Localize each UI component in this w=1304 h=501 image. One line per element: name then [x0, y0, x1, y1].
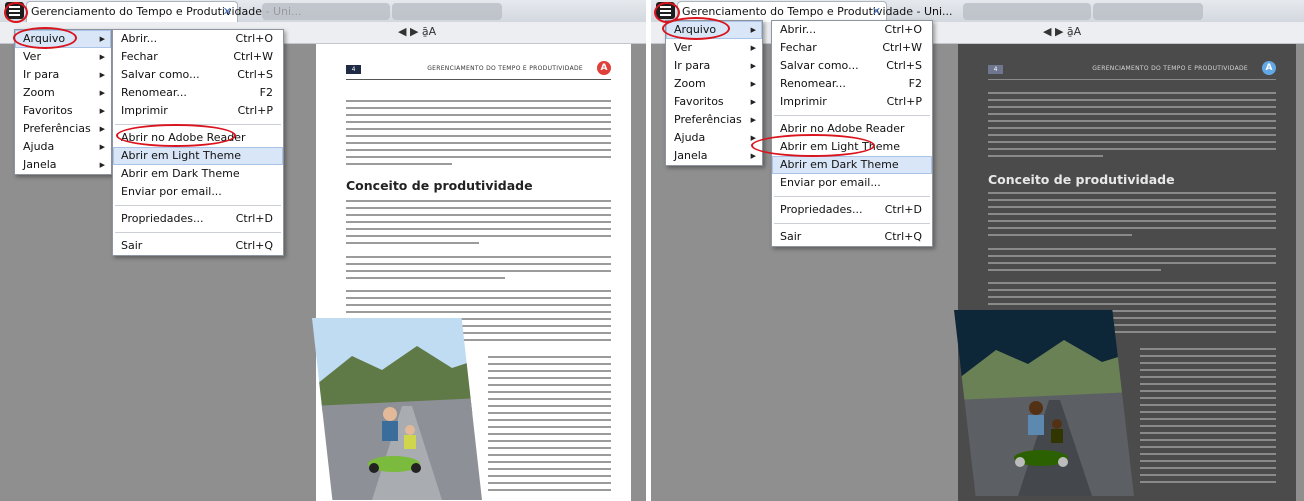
submenu-arrow-icon: ▶: [99, 71, 105, 79]
menu-item-enviar-email[interactable]: Enviar por email...: [113, 183, 283, 201]
menu-item-ver[interactable]: Ver ▶: [15, 48, 111, 66]
nav-controls[interactable]: ◀ ▶ ā̱A: [398, 25, 436, 38]
menu-item-imprimir[interactable]: Imprimir Ctrl+P: [772, 93, 932, 111]
paragraph-text: [346, 100, 611, 170]
menu-separator: [774, 115, 930, 116]
submenu-arrow-icon: ▶: [750, 26, 756, 34]
annotation-circle: [662, 17, 730, 40]
paragraph-text: [988, 192, 1276, 241]
menu-separator: [115, 205, 281, 206]
menu-item-ir-para[interactable]: Ir para ▶: [666, 57, 762, 75]
paragraph-text: [488, 356, 611, 496]
submenu-arrow-icon: ▶: [99, 125, 105, 133]
publisher-logo-icon: A: [597, 61, 611, 75]
submenu-arrow-icon: ▶: [99, 143, 105, 151]
main-menu: Arquivo ▶ Ver ▶ Ir para ▶ Zoom ▶ Favoritos ▶ …: [14, 29, 112, 175]
people-on-scooter-photo: [312, 318, 482, 500]
menu-item-salvar-como[interactable]: Salvar como... Ctrl+S: [772, 57, 932, 75]
dark-theme-panel: Gerenciamento do Tempo e Produtividade -…: [651, 0, 1304, 501]
paragraph-text: [1140, 348, 1276, 488]
page-number: 4: [346, 65, 361, 74]
menu-item-propriedades[interactable]: Propriedades... Ctrl+D: [113, 210, 283, 228]
document-tab[interactable]: Gerenciamento do Tempo e Produtividade -…: [26, 1, 302, 22]
annotation-circle: [116, 124, 236, 147]
submenu-arrow-icon: ▶: [750, 116, 756, 124]
close-tab-icon[interactable]: ✕: [223, 2, 232, 22]
background-tab[interactable]: [392, 3, 502, 20]
submenu-arrow-icon: ▶: [99, 53, 105, 61]
section-heading: Conceito de produtividade: [988, 172, 1175, 187]
menu-item-fechar[interactable]: Fechar Ctrl+W: [113, 48, 283, 66]
tab-title: Gerenciamento do Tempo e Produtividade -…: [31, 5, 302, 18]
menu-separator: [774, 196, 930, 197]
close-tab-icon[interactable]: ✕: [872, 2, 881, 22]
annotation-circle: [751, 134, 875, 157]
light-theme-panel: Gerenciamento do Tempo e Produtividade -…: [0, 0, 646, 501]
page-number: 4: [988, 65, 1003, 74]
submenu-arrow-icon: ▶: [99, 107, 105, 115]
menu-item-ver[interactable]: Ver ▶: [666, 39, 762, 57]
submenu-arrow-icon: ▶: [99, 89, 105, 97]
menu-item-abrir-dark-theme[interactable]: Abrir em Dark Theme: [772, 156, 932, 174]
submenu-arrow-icon: ▶: [750, 98, 756, 106]
menu-item-abrir-dark-theme[interactable]: Abrir em Dark Theme: [113, 165, 283, 183]
menu-item-ir-para[interactable]: Ir para ▶: [15, 66, 111, 84]
background-tab[interactable]: [262, 3, 390, 20]
main-menu: Arquivo ▶ Ver ▶ Ir para ▶ Zoom ▶ Favoritos ▶ …: [665, 20, 763, 166]
paragraph-text: [988, 92, 1276, 162]
submenu-arrow-icon: ▶: [99, 35, 105, 43]
section-heading: Conceito de produtividade: [346, 178, 533, 193]
photo-illustration: [954, 310, 1134, 496]
menu-item-renomear[interactable]: Renomear... F2: [113, 84, 283, 102]
submenu-arrow-icon: ▶: [750, 80, 756, 88]
document-page: 4 GERENCIAMENTO DO TEMPO E PRODUTIVIDADE…: [312, 44, 631, 501]
page-header: 4 GERENCIAMENTO DO TEMPO E PRODUTIVIDADE…: [346, 61, 611, 80]
submenu-arrow-icon: ▶: [99, 161, 105, 169]
menu-item-imprimir[interactable]: Imprimir Ctrl+P: [113, 102, 283, 120]
menu-item-renomear[interactable]: Renomear... F2: [772, 75, 932, 93]
submenu-arrow-icon: ▶: [750, 44, 756, 52]
menu-item-janela[interactable]: Janela ▶: [15, 156, 111, 174]
document-page: 4 GERENCIAMENTO DO TEMPO E PRODUTIVIDADE…: [954, 44, 1296, 501]
nav-controls[interactable]: ◀ ▶ ā̱A: [1043, 25, 1081, 38]
page-header-title: GERENCIAMENTO DO TEMPO E PRODUTIVIDADE: [1092, 65, 1248, 72]
tab-title: Gerenciamento do Tempo e Produtividade -…: [682, 5, 953, 18]
menu-item-favoritos[interactable]: Favoritos ▶: [15, 102, 111, 120]
menu-item-abrir[interactable]: Abrir... Ctrl+O: [113, 30, 283, 48]
tab-bar: Gerenciamento do Tempo e Produtividade -…: [0, 0, 646, 23]
menu-item-favoritos[interactable]: Favoritos ▶: [666, 93, 762, 111]
menu-item-sair[interactable]: Sair Ctrl+Q: [113, 237, 283, 255]
menu-item-preferencias[interactable]: Preferências ▶: [15, 120, 111, 138]
paragraph-text: [346, 256, 611, 284]
menu-item-salvar-como[interactable]: Salvar como... Ctrl+S: [113, 66, 283, 84]
menu-item-fechar[interactable]: Fechar Ctrl+W: [772, 39, 932, 57]
menu-item-sair[interactable]: Sair Ctrl+Q: [772, 228, 932, 246]
publisher-logo-icon: A: [1262, 61, 1276, 75]
paragraph-text: [988, 248, 1276, 276]
menu-item-propriedades[interactable]: Propriedades... Ctrl+D: [772, 201, 932, 219]
photo-illustration: [312, 318, 482, 500]
page-header-title: GERENCIAMENTO DO TEMPO E PRODUTIVIDADE: [427, 65, 583, 72]
menu-item-zoom[interactable]: Zoom ▶: [15, 84, 111, 102]
menu-item-enviar-email[interactable]: Enviar por email...: [772, 174, 932, 192]
people-on-scooter-photo: [954, 310, 1134, 496]
menu-item-abrir-light-theme[interactable]: Abrir em Light Theme: [113, 147, 283, 165]
menu-item-abrir[interactable]: Abrir... Ctrl+O: [772, 21, 932, 39]
menu-item-ajuda[interactable]: Ajuda ▶: [666, 129, 762, 147]
menu-item-zoom[interactable]: Zoom ▶: [666, 75, 762, 93]
annotation-circle: [4, 2, 28, 23]
menu-item-preferencias[interactable]: Preferências ▶: [666, 111, 762, 129]
submenu-arrow-icon: ▶: [750, 62, 756, 70]
menu-item-ajuda[interactable]: Ajuda ▶: [15, 138, 111, 156]
background-tab[interactable]: [1093, 3, 1203, 20]
menu-separator: [774, 223, 930, 224]
menu-item-janela[interactable]: Janela ▶: [666, 147, 762, 165]
menu-separator: [115, 232, 281, 233]
paragraph-text: [346, 200, 611, 249]
page-header: 4 GERENCIAMENTO DO TEMPO E PRODUTIVIDADE…: [988, 61, 1276, 80]
annotation-circle: [13, 27, 77, 49]
background-tab[interactable]: [963, 3, 1091, 20]
